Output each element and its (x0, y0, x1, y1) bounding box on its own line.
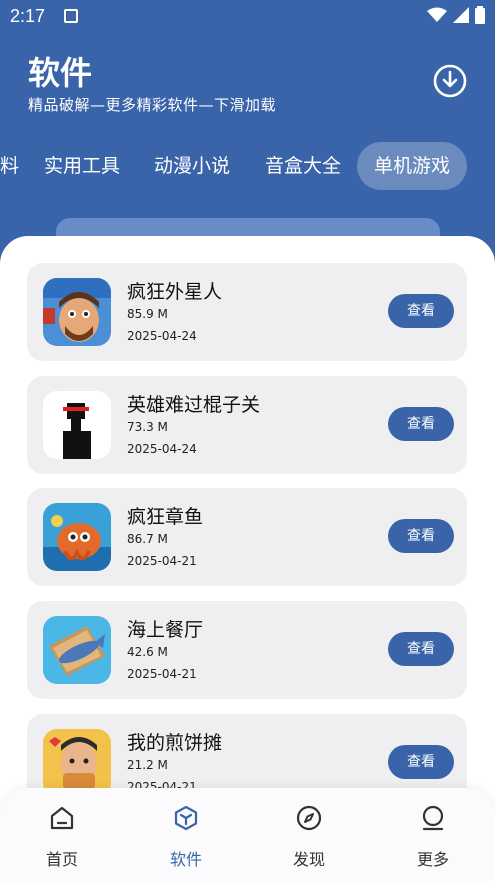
page-title: 软件 (28, 54, 93, 92)
item-date: 2025-04-24 (127, 329, 197, 343)
status-time: 2:17 (10, 6, 46, 26)
list-item[interactable]: 疯狂章鱼 86.7 M 2025-04-21 查看 (27, 488, 467, 586)
pancake-stall-icon (43, 729, 111, 797)
crazy-alien-icon (43, 278, 111, 346)
tab-offline-games[interactable]: 单机游戏 (357, 142, 468, 190)
item-date: 2025-04-21 (127, 667, 197, 681)
item-name: 疯狂章鱼 (127, 506, 204, 528)
view-button[interactable]: 查看 (388, 294, 454, 328)
nav-label: 软件 (169, 850, 202, 869)
sea-restaurant-icon (43, 616, 111, 684)
view-button[interactable]: 查看 (388, 407, 454, 441)
nav-label: 更多 (416, 850, 449, 869)
item-name: 疯狂外星人 (127, 281, 223, 303)
item-name: 英雄难过棍子关 (127, 394, 261, 416)
tab-music-box[interactable]: 音盒大全 (248, 142, 358, 190)
view-button[interactable]: 查看 (388, 632, 454, 666)
list-item[interactable]: 疯狂外星人 85.9 M 2025-04-24 查看 (27, 263, 467, 361)
item-size: 86.7 M (127, 532, 168, 546)
item-date: 2025-04-21 (127, 554, 197, 568)
nav-label: 首页 (45, 850, 78, 869)
stick-hero-icon (43, 391, 111, 459)
item-size: 73.3 M (127, 420, 168, 434)
item-size: 21.2 M (127, 758, 168, 772)
status-icons (427, 6, 485, 24)
view-button[interactable]: 查看 (388, 519, 454, 553)
item-size: 85.9 M (127, 307, 168, 321)
notification-icon (64, 9, 78, 23)
nav-label: 发现 (292, 850, 325, 869)
category-tabs: 料 实用工具 动漫小说 音盒大全 单机游戏 (0, 142, 495, 192)
item-name: 海上餐厅 (127, 619, 204, 641)
download-icon[interactable] (432, 63, 468, 99)
view-button[interactable]: 查看 (388, 745, 454, 779)
nav-home[interactable]: 首页 (12, 788, 112, 880)
crazy-octopus-icon (43, 503, 111, 571)
tab-anime-novels[interactable]: 动漫小说 (137, 142, 247, 190)
nav-discover[interactable]: 发现 (259, 788, 359, 880)
bottom-nav: 首页 软件 发现 更多 (0, 788, 495, 880)
list-item[interactable]: 英雄难过棍子关 73.3 M 2025-04-24 查看 (27, 376, 467, 474)
home-icon (50, 806, 74, 830)
wifi-icon (427, 7, 447, 22)
nav-software[interactable]: 软件 (136, 788, 236, 880)
nav-more[interactable]: 更多 (383, 788, 483, 880)
page-subtitle: 精品破解—更多精彩软件—下滑加载 (28, 96, 277, 114)
item-date: 2025-04-24 (127, 442, 197, 456)
item-name: 我的煎饼摊 (127, 732, 223, 754)
list-item[interactable]: 海上餐厅 42.6 M 2025-04-21 查看 (27, 601, 467, 699)
item-size: 42.6 M (127, 645, 168, 659)
software-icon (174, 805, 198, 831)
status-bar: 2:17 (0, 0, 495, 34)
more-icon (422, 805, 444, 831)
battery-icon (475, 6, 485, 24)
header: 2:17 软件 精品破解—更多精彩软件—下滑加载 料 实用工具 动漫小说 音盒大… (0, 0, 495, 258)
tab-tools[interactable]: 实用工具 (27, 142, 137, 190)
compass-icon (296, 805, 322, 831)
signal-icon (453, 7, 469, 23)
